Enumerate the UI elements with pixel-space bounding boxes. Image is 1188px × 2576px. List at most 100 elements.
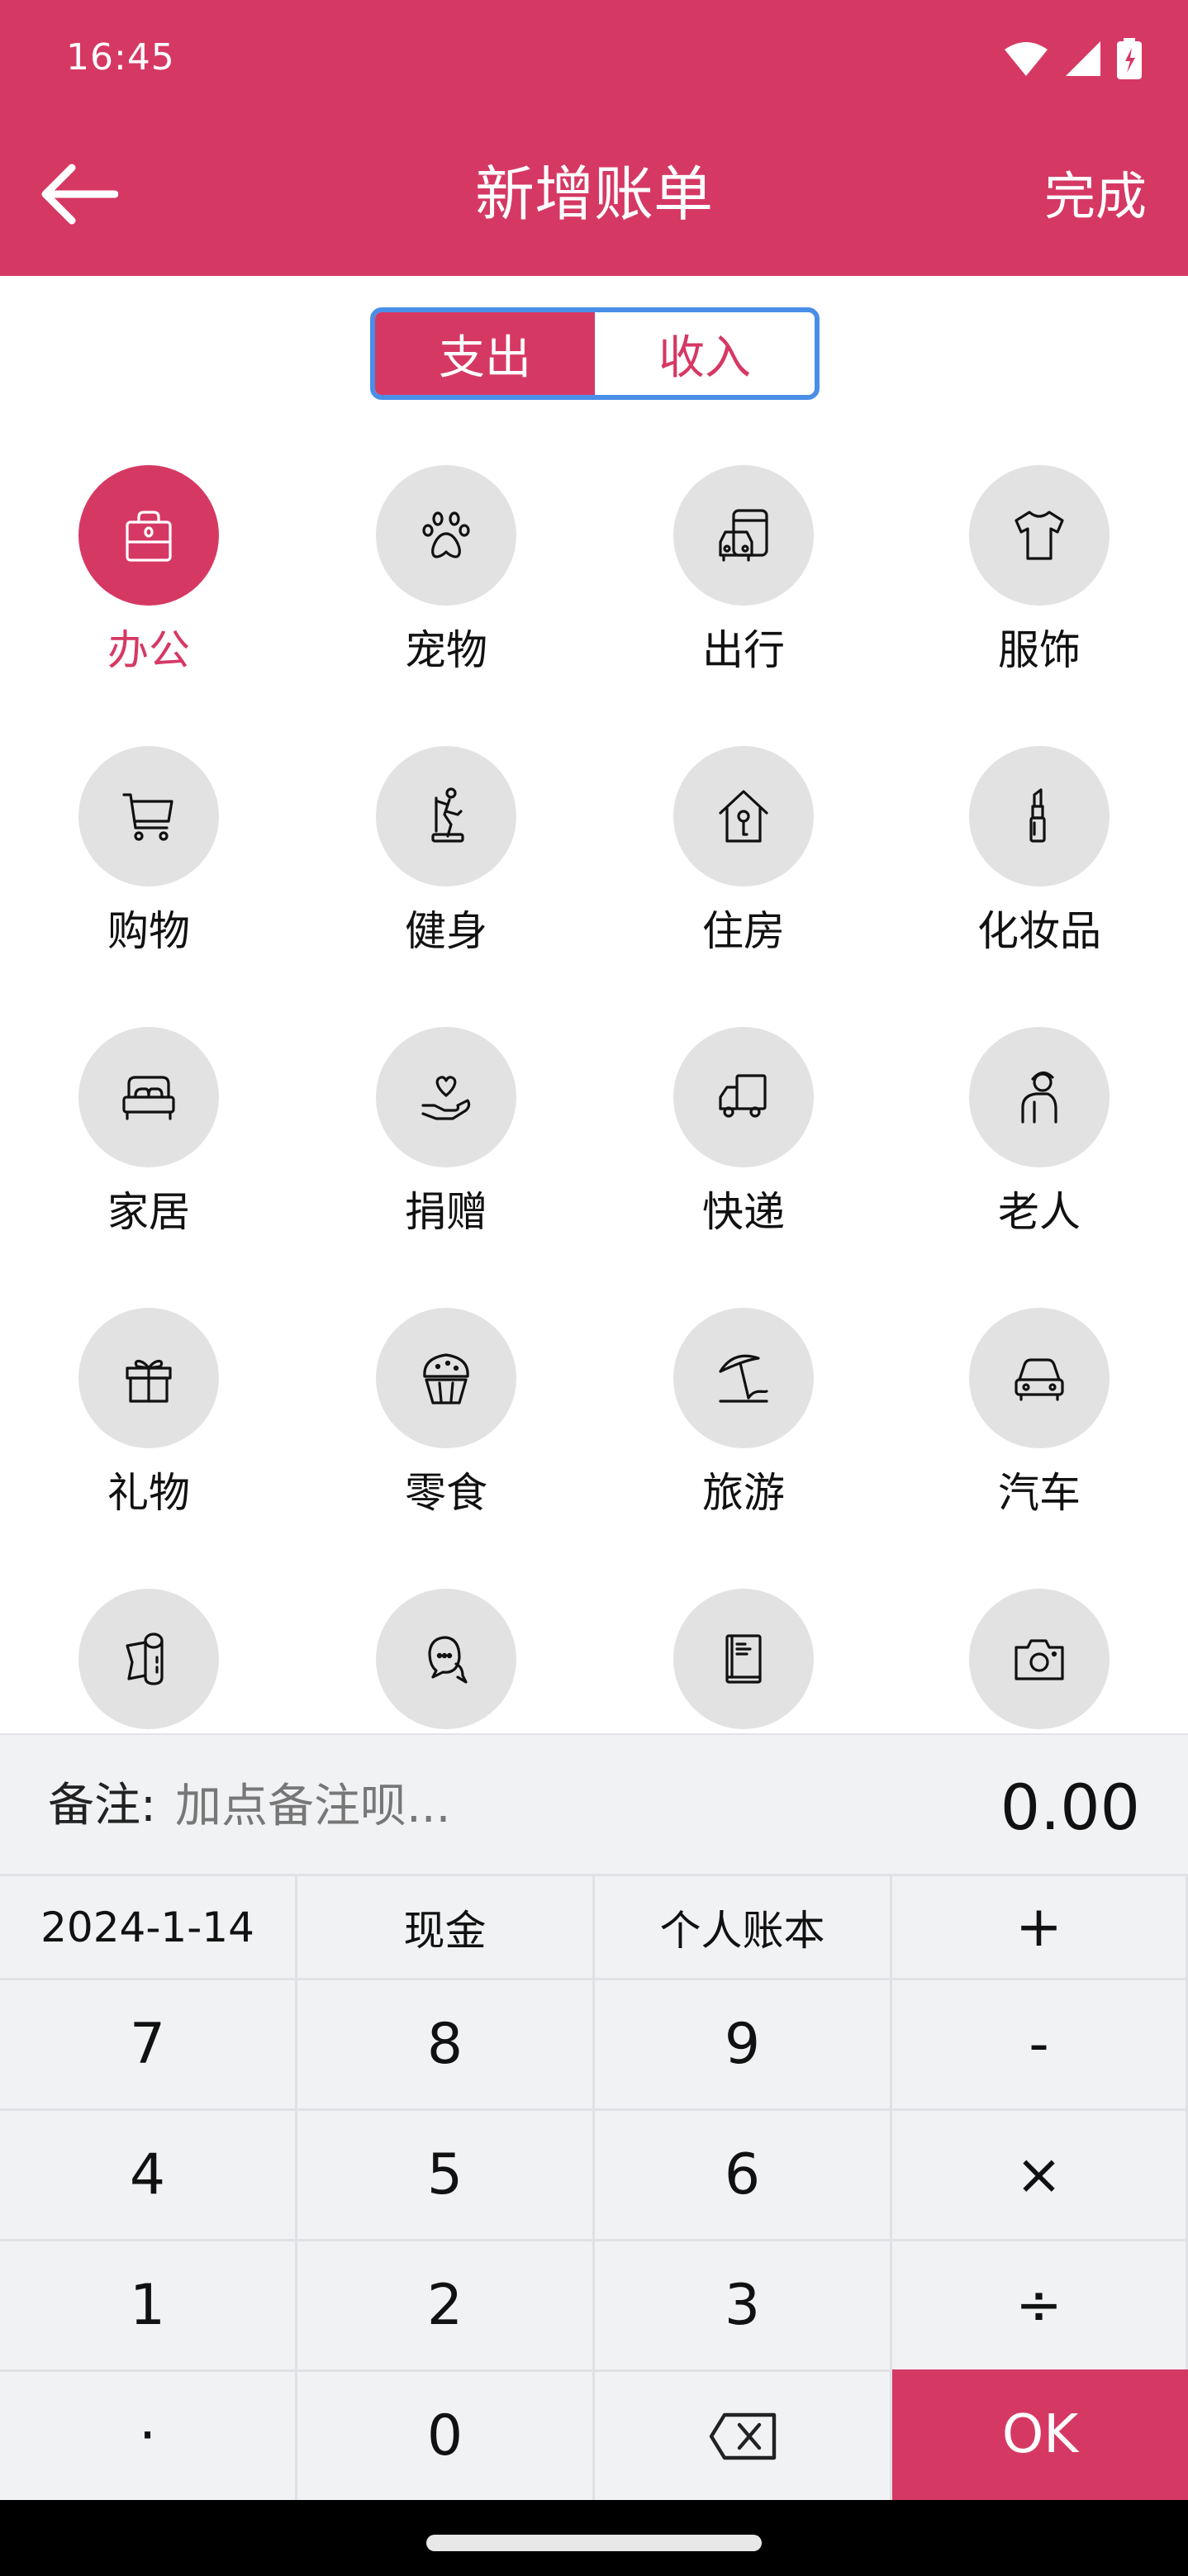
- category-icon-circle: [969, 1589, 1110, 1729]
- expense-income-toggle: 支出 收入: [370, 307, 820, 400]
- remark-label: 备注:: [48, 1779, 156, 1832]
- ok-button[interactable]: OK: [892, 2369, 1188, 2500]
- chat-bubbles-icon: [428, 1636, 468, 1684]
- category-icon-circle: [673, 1027, 814, 1167]
- digit-key-9[interactable]: 9: [595, 1978, 892, 2108]
- category-item[interactable]: [595, 1589, 892, 1733]
- category-item[interactable]: 住房: [595, 746, 892, 994]
- category-label: 礼物: [107, 1469, 190, 1517]
- car-icon: [1015, 1358, 1064, 1401]
- digit-key-4[interactable]: 4: [0, 2108, 297, 2239]
- remark-input[interactable]: [175, 1771, 803, 1841]
- category-item[interactable]: 家居: [0, 1027, 297, 1275]
- category-item[interactable]: 化妆品: [891, 746, 1188, 994]
- digit-key-2[interactable]: 2: [297, 2239, 595, 2369]
- category-icon-circle: [78, 1308, 219, 1448]
- digit-key-6[interactable]: 6: [595, 2108, 892, 2239]
- category-icon-circle: [78, 1589, 219, 1729]
- delivery-truck-icon: [719, 1074, 767, 1118]
- category-icon-circle: [673, 746, 814, 886]
- home-indicator[interactable]: [426, 2535, 762, 2551]
- shopping-cart-icon: [122, 793, 173, 841]
- lipstick-icon: [1029, 788, 1046, 843]
- date-key[interactable]: 2024-1-14: [0, 1874, 297, 1978]
- beach-umbrella-icon: [719, 1354, 768, 1403]
- category-icon-circle: [969, 1027, 1110, 1167]
- elderly-person-icon: [1021, 1071, 1057, 1124]
- category-item[interactable]: 出行: [595, 465, 892, 713]
- multiply-key[interactable]: ×: [892, 2108, 1188, 2239]
- category-label: 零食: [405, 1469, 487, 1517]
- account-key[interactable]: 现金: [297, 1874, 595, 1978]
- category-item[interactable]: 服饰: [891, 465, 1188, 713]
- category-label: 快递: [702, 1188, 785, 1236]
- category-item[interactable]: [0, 1589, 297, 1733]
- remark-bar: 备注: 0.00: [0, 1733, 1188, 1874]
- decimal-point-key[interactable]: ·: [0, 2369, 297, 2500]
- category-label: 汽车: [998, 1469, 1081, 1517]
- category-item[interactable]: 老人: [891, 1027, 1188, 1275]
- category-icon-circle: [376, 1027, 516, 1167]
- digit-key-3[interactable]: 3: [595, 2239, 892, 2369]
- category-item[interactable]: 礼物: [0, 1308, 297, 1556]
- book-icon: [725, 1634, 762, 1684]
- category-label: 出行: [702, 626, 785, 674]
- category-label: 捐赠: [405, 1188, 487, 1236]
- category-label: 旅游: [702, 1469, 785, 1517]
- category-item[interactable]: 宠物: [297, 465, 595, 713]
- category-icon-circle: [376, 1308, 516, 1448]
- house-key-icon: [719, 790, 768, 843]
- category-label: 购物: [107, 907, 190, 955]
- category-icon-circle: [78, 1027, 219, 1167]
- plus-key[interactable]: +: [892, 1874, 1188, 1978]
- category-item[interactable]: 办公: [0, 465, 297, 713]
- backspace-key[interactable]: [595, 2369, 892, 2500]
- category-icon-circle: [673, 465, 814, 606]
- category-item[interactable]: 购物: [0, 746, 297, 994]
- ledger-key[interactable]: 个人账本: [595, 1874, 892, 1978]
- bed-icon: [122, 1076, 175, 1120]
- category-item[interactable]: 旅游: [595, 1308, 892, 1556]
- category-icon-circle: [673, 1589, 814, 1729]
- category-item[interactable]: 快递: [595, 1027, 892, 1275]
- category-icon-circle: [969, 1308, 1110, 1448]
- tab-income[interactable]: 收入: [595, 312, 815, 395]
- category-icon-circle: [673, 1308, 814, 1448]
- category-item[interactable]: 健身: [297, 746, 595, 994]
- bus-car-icon: [719, 509, 768, 562]
- keypad: 2024-1-14 现金 个人账本 +7 8 9- 4 5 6 × 1 2 3 ÷ · 0 OK: [0, 1874, 1188, 2500]
- category-item[interactable]: 汽车: [891, 1308, 1188, 1556]
- category-label: 老人: [998, 1188, 1081, 1236]
- digit-key-5[interactable]: 5: [297, 2108, 595, 2239]
- cupcake-icon: [423, 1353, 469, 1404]
- tshirt-icon: [1015, 511, 1064, 560]
- toilet-paper-icon: [126, 1633, 164, 1685]
- tab-expense[interactable]: 支出: [375, 312, 595, 395]
- category-icon-circle: [969, 746, 1110, 886]
- hand-heart-icon: [421, 1076, 471, 1120]
- briefcase-icon: [126, 511, 172, 562]
- category-item[interactable]: 零食: [297, 1308, 595, 1556]
- category-label: 住房: [702, 907, 785, 955]
- category-label: 办公: [107, 626, 190, 674]
- category-item[interactable]: [297, 1589, 595, 1733]
- amount-display: 0.00: [1000, 1770, 1140, 1844]
- digit-key-8[interactable]: 8: [297, 1978, 595, 2108]
- category-icon-circle: [376, 465, 516, 606]
- minus-key[interactable]: -: [892, 1978, 1188, 2108]
- digit-key-7[interactable]: 7: [0, 1978, 297, 2108]
- category-icon-circle: [78, 465, 219, 606]
- category-label: 化妆品: [977, 907, 1101, 955]
- digit-key-1[interactable]: 1: [0, 2239, 297, 2369]
- category-label: 宠物: [405, 626, 487, 674]
- divide-key[interactable]: ÷: [892, 2239, 1188, 2369]
- category-grid: 办公 宠物 出行 服饰购物 健身 住房 化妆品家居 捐赠 快递 老人礼物 零食 旅游 汽车: [0, 0, 1188, 1733]
- category-icon-circle: [376, 746, 516, 886]
- category-item[interactable]: [891, 1589, 1188, 1733]
- category-label: 健身: [405, 907, 487, 955]
- category-icon-circle: [376, 1589, 516, 1729]
- category-label: 服饰: [998, 626, 1081, 674]
- camera-icon: [1015, 1639, 1064, 1680]
- digit-key-0[interactable]: 0: [297, 2369, 595, 2500]
- category-item[interactable]: 捐赠: [297, 1027, 595, 1275]
